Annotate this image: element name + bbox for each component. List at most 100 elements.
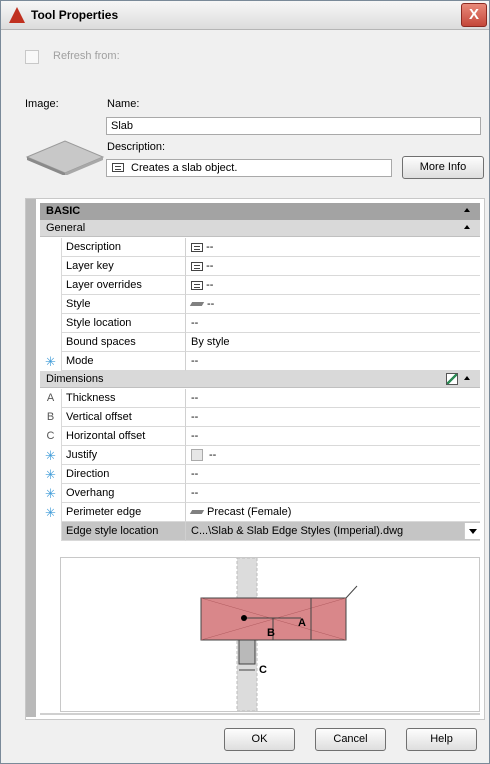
property-name: Justify [61, 446, 186, 465]
description-field[interactable]: Creates a slab object. [106, 159, 392, 177]
collapse-icon[interactable] [464, 225, 470, 229]
note-icon [191, 242, 203, 252]
property-value[interactable]: -- [186, 427, 480, 446]
ok-button[interactable]: OK [224, 728, 295, 751]
property-name: Style [61, 295, 186, 314]
row-marker [40, 276, 61, 295]
row-marker [40, 238, 61, 257]
property-row-style-location[interactable]: Style location -- [40, 314, 480, 333]
value-text: Precast (Female) [207, 506, 292, 518]
slab-edge-diagram: A B C [200, 557, 358, 712]
row-marker [40, 333, 61, 352]
property-row-justify[interactable]: ✳ Justify -- [40, 446, 480, 465]
property-value[interactable]: -- [186, 389, 480, 408]
value-text: -- [209, 449, 217, 461]
property-row-overhang[interactable]: ✳ Overhang -- [40, 484, 480, 503]
asterisk-icon: ✳ [45, 354, 56, 369]
property-row-edge-style-location[interactable]: Edge style location C...\Slab & Slab Edg… [40, 522, 480, 541]
property-value[interactable]: -- [186, 352, 480, 371]
row-marker [40, 314, 61, 333]
asterisk-icon: ✳ [45, 448, 56, 463]
property-name: Layer key [61, 257, 186, 276]
style-swatch-icon [189, 302, 205, 307]
value-text: C...\Slab & Slab Edge Styles (Imperial).… [191, 525, 404, 537]
description-value: Creates a slab object. [131, 162, 238, 174]
property-row-thickness[interactable]: A Thickness -- [40, 389, 480, 408]
name-field[interactable]: Slab [106, 117, 481, 135]
property-row-direction[interactable]: ✳ Direction -- [40, 465, 480, 484]
panel-sidebar [26, 199, 36, 717]
note-icon [191, 261, 203, 271]
property-value[interactable]: -- [186, 408, 480, 427]
refresh-checkbox[interactable] [25, 50, 39, 64]
tool-image-slab[interactable] [25, 135, 105, 175]
property-row-style[interactable]: Style -- [40, 295, 480, 314]
property-row-description[interactable]: Description -- [40, 238, 480, 257]
row-marker: C [46, 430, 55, 442]
property-row-bound-spaces[interactable]: Bound spaces By style [40, 333, 480, 352]
property-row-mode[interactable]: ✳ Mode -- [40, 352, 480, 371]
property-value[interactable]: -- [186, 276, 480, 295]
row-marker: B [46, 411, 55, 423]
row-marker [40, 295, 61, 314]
property-name: Direction [61, 465, 186, 484]
property-value[interactable]: By style [186, 333, 480, 352]
more-info-button[interactable]: More Info [402, 156, 484, 179]
collapse-icon[interactable] [464, 376, 470, 380]
note-icon [112, 163, 124, 172]
property-name: Thickness [61, 389, 186, 408]
window-title: Tool Properties [31, 8, 119, 22]
value-text: -- [206, 241, 214, 253]
property-name: Perimeter edge [61, 503, 186, 522]
section-dimensions-label: Dimensions [46, 373, 104, 385]
row-marker [40, 522, 61, 541]
edit-dimensions-icon[interactable] [446, 373, 458, 385]
section-dimensions[interactable]: Dimensions [40, 371, 480, 388]
property-row-vertical-offset[interactable]: B Vertical offset -- [40, 408, 480, 427]
property-value[interactable]: -- [186, 484, 480, 503]
property-row-layer-overrides[interactable]: Layer overrides -- [40, 276, 480, 295]
properties-panel: BASIC General Description -- Layer key -… [25, 198, 485, 720]
autocad-app-icon [9, 7, 25, 23]
description-label: Description: [107, 141, 166, 153]
property-name: Vertical offset [61, 408, 186, 427]
row-marker [40, 257, 61, 276]
property-row-horizontal-offset[interactable]: C Horizontal offset -- [40, 427, 480, 446]
name-label: Name: [107, 98, 140, 110]
property-name: Mode [61, 352, 186, 371]
property-value[interactable]: -- [186, 446, 480, 465]
asterisk-icon: ✳ [45, 505, 56, 520]
diagram-label-a: A [298, 617, 306, 629]
property-name: Style location [61, 314, 186, 333]
property-name: Layer overrides [61, 276, 186, 295]
property-row-perimeter-edge[interactable]: ✳ Perimeter edge Precast (Female) [40, 503, 480, 522]
property-value[interactable]: -- [186, 257, 480, 276]
image-label: Image: [25, 98, 59, 110]
property-value[interactable]: -- [186, 238, 480, 257]
panel-divider [40, 713, 480, 715]
value-text: -- [206, 279, 214, 291]
tool-properties-dialog: Tool Properties X Refresh from: Image: N… [0, 0, 490, 764]
property-value[interactable]: Precast (Female) [186, 503, 480, 522]
cancel-button[interactable]: Cancel [315, 728, 386, 751]
close-button[interactable]: X [461, 3, 487, 27]
value-text: -- [206, 260, 214, 272]
asterisk-icon: ✳ [45, 486, 56, 501]
chevron-down-icon[interactable] [464, 523, 480, 539]
help-button[interactable]: Help [406, 728, 477, 751]
property-value[interactable]: -- [186, 465, 480, 484]
note-icon [191, 280, 203, 290]
refresh-label: Refresh from: [53, 50, 120, 62]
property-value[interactable]: -- [186, 295, 480, 314]
property-name: Overhang [61, 484, 186, 503]
property-name: Horizontal offset [61, 427, 186, 446]
section-general[interactable]: General [40, 220, 480, 237]
property-value[interactable]: C...\Slab & Slab Edge Styles (Imperial).… [186, 522, 480, 541]
collapse-icon[interactable] [464, 208, 470, 212]
row-marker: A [46, 392, 55, 404]
title-bar: Tool Properties X [1, 1, 489, 30]
property-value[interactable]: -- [186, 314, 480, 333]
property-row-layer-key[interactable]: Layer key -- [40, 257, 480, 276]
justify-swatch-icon [191, 449, 203, 462]
section-basic[interactable]: BASIC [40, 203, 480, 220]
